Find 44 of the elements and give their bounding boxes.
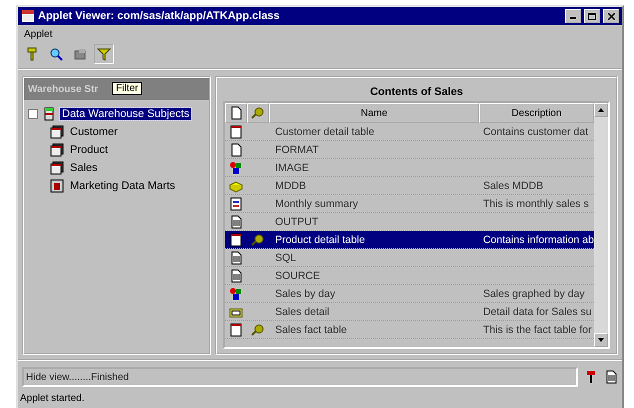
table-row[interactable]: IMAGE xyxy=(225,159,594,177)
tree-item[interactable]: Product xyxy=(68,144,110,156)
column-header[interactable]: Description xyxy=(479,103,594,123)
name-cell-text: Product detail table xyxy=(274,234,366,246)
description-cell-text: Sales graphed by day xyxy=(482,288,586,300)
description-cell-text: Detail data for Sales su xyxy=(482,306,593,318)
table-row[interactable]: SOURCE xyxy=(225,267,594,285)
name-cell-text: IMAGE xyxy=(274,162,310,174)
name-cell-text: SQL xyxy=(274,252,298,264)
status-text: Applet started. xyxy=(19,392,86,406)
window-title: Applet Viewer: com/sas/atk/app/ATKApp.class xyxy=(38,10,281,22)
name-cell-text: Sales fact table xyxy=(274,324,348,336)
tree-item[interactable]: Sales xyxy=(68,162,100,174)
table-row[interactable]: Sales by day Sales graphed by day xyxy=(225,285,594,303)
description-cell-text: This is the fact table for xyxy=(482,324,593,336)
name-cell-text: MDDB xyxy=(274,180,308,192)
tree-item[interactable]: Marketing Data Marts xyxy=(68,180,178,192)
name-cell-text: Sales by day xyxy=(274,288,336,300)
table-row[interactable]: Product detail table Contains information ab xyxy=(225,231,594,249)
table-row[interactable]: Sales detail Detail data for Sales su xyxy=(225,303,594,321)
description-cell-text: Sales MDDB xyxy=(482,180,544,192)
table-row[interactable]: SQL xyxy=(225,249,594,267)
table-row[interactable]: FORMAT xyxy=(225,141,594,159)
menu-item[interactable]: Applet xyxy=(22,29,54,40)
header-text: Warehouse Str xyxy=(28,84,98,94)
description-cell-text: Contains information ab xyxy=(482,234,594,246)
name-cell-text: Customer detail table xyxy=(274,126,376,138)
name-cell-text: OUTPUT xyxy=(274,216,320,228)
name-cell-text: Monthly summary xyxy=(274,198,359,210)
description-cell-text: This is monthly sales s xyxy=(482,198,590,210)
table-row[interactable]: Monthly summary This is monthly sales s xyxy=(225,195,594,213)
name-cell-text: Sales detail xyxy=(274,306,330,318)
table-title: Contents of Sales xyxy=(369,85,464,100)
table-row[interactable]: Customer detail table Contains customer dat xyxy=(225,123,594,141)
column-header[interactable]: Name xyxy=(269,103,480,123)
table-row[interactable]: Sales fact table This is the fact table for xyxy=(225,321,594,339)
tree-item[interactable]: Customer xyxy=(68,126,120,138)
name-cell-text: FORMAT xyxy=(274,144,320,156)
tree-item[interactable]: Data Warehouse Subjects xyxy=(60,108,192,120)
name-cell-text: SOURCE xyxy=(274,270,322,282)
table-row[interactable]: MDDB Sales MDDB xyxy=(225,177,594,195)
description-cell-text: Contains customer dat xyxy=(482,126,590,138)
message-field[interactable]: Hide view........Finished xyxy=(22,367,578,387)
tooltip: Filter xyxy=(112,82,142,95)
